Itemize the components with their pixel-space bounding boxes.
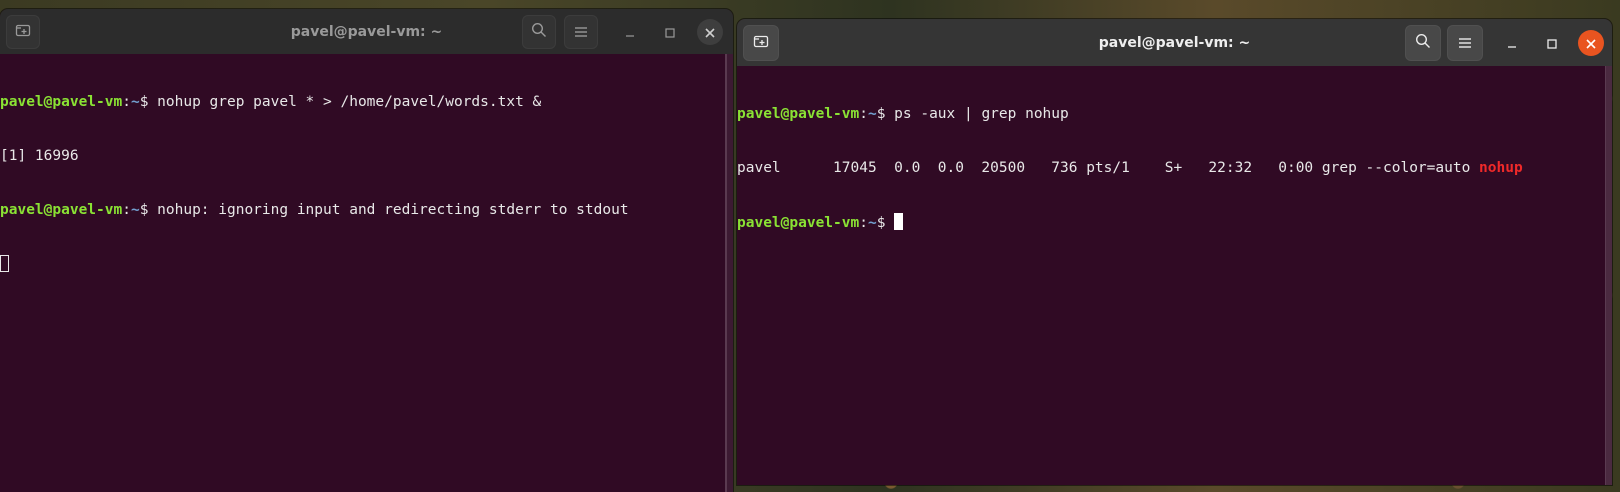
prompt-user: pavel@pavel-vm [737,215,860,231]
terminal-line: pavel@pavel-vm:~$ nohup: ignoring input … [0,201,733,219]
prompt-path: ~ [130,94,140,110]
terminal-line: pavel@pavel-vm:~$ nohup grep pavel * > /… [0,93,733,111]
output-text: pavel 17045 0.0 0.0 20500 736 pts/1 S+ 2… [737,160,1480,176]
new-tab-button[interactable] [743,25,779,61]
prompt-path: ~ [130,202,140,218]
new-tab-icon [753,33,769,53]
new-tab-icon [15,22,31,42]
scrollbar[interactable] [725,54,733,492]
terminal-window-right[interactable]: pavel@pavel-vm: ~ pavel@pavel-vm:~$ ps -… [737,19,1612,485]
output-text: [1] 16996 [0,148,79,164]
prompt-path: ~ [867,215,877,231]
prompt-symbol: $ [876,106,895,122]
prompt-separator: : [122,202,131,218]
titlebar[interactable]: pavel@pavel-vm: ~ [737,19,1612,66]
maximize-icon [665,23,675,42]
search-button[interactable] [1405,25,1441,61]
terminal-line: pavel@pavel-vm:~$ [737,213,1612,231]
prompt-path: ~ [867,106,877,122]
prompt-symbol: $ [139,202,158,218]
close-button[interactable] [1578,30,1604,56]
prompt-user: pavel@pavel-vm [737,106,860,122]
text-cursor [894,213,904,230]
prompt-user: pavel@pavel-vm [0,94,123,110]
minimize-button[interactable] [618,20,642,44]
search-icon [1415,33,1431,53]
prompt-symbol: $ [139,94,158,110]
terminal-line: pavel 17045 0.0 0.0 20500 736 pts/1 S+ 2… [737,159,1612,177]
minimize-button[interactable] [1500,31,1524,55]
prompt-separator: : [859,106,868,122]
command-text: nohup grep pavel * > /home/pavel/words.t… [157,94,542,110]
hamburger-menu-icon [574,23,588,42]
minimize-icon [625,23,635,42]
new-tab-button[interactable] [6,15,40,49]
prompt-separator: : [122,94,131,110]
terminal-line: [1] 16996 [0,147,733,165]
terminal-window-left[interactable]: pavel@pavel-vm: ~ pavel@pavel-vm:~$ nohu… [0,9,733,492]
text-cursor [0,255,9,272]
menu-button[interactable] [564,15,598,49]
close-button[interactable] [697,19,723,45]
prompt-symbol: $ [876,215,895,231]
search-icon [531,22,547,42]
close-icon [1586,34,1596,53]
minimize-icon [1507,34,1517,53]
menu-button[interactable] [1447,25,1483,61]
titlebar[interactable]: pavel@pavel-vm: ~ [0,9,733,54]
scrollbar[interactable] [1605,66,1612,485]
output-text: nohup: ignoring input and redirecting st… [157,202,629,218]
terminal-output[interactable]: pavel@pavel-vm:~$ ps -aux | grep nohup p… [737,66,1612,267]
search-button[interactable] [522,15,556,49]
maximize-button[interactable] [658,20,682,44]
grep-match-highlight: nohup [1479,160,1523,176]
prompt-user: pavel@pavel-vm [0,202,123,218]
hamburger-menu-icon [1458,34,1472,53]
terminal-output[interactable]: pavel@pavel-vm:~$ nohup grep pavel * > /… [0,54,733,309]
terminal-line: pavel@pavel-vm:~$ ps -aux | grep nohup [737,105,1612,123]
close-icon [705,23,715,42]
terminal-line [0,255,733,273]
command-text: ps -aux | grep nohup [894,106,1069,122]
maximize-button[interactable] [1540,31,1564,55]
prompt-separator: : [859,215,868,231]
maximize-icon [1547,34,1557,53]
